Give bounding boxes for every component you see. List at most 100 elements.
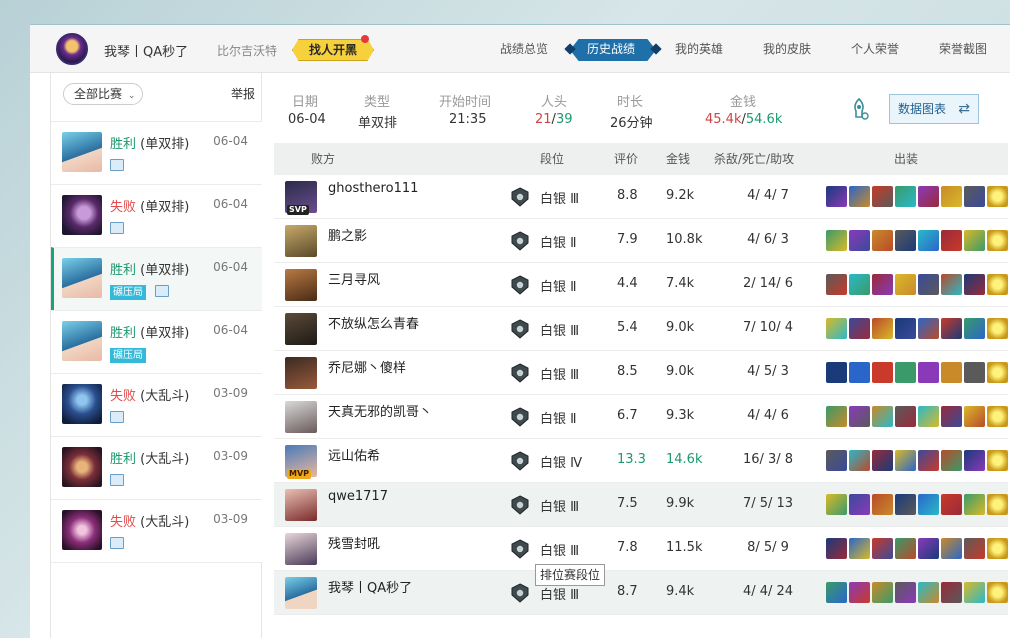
item-icon[interactable] [895, 230, 916, 251]
match-item[interactable]: 胜利 (大乱斗) 03-09 [51, 436, 262, 499]
item-icon[interactable] [918, 406, 939, 427]
item-icon[interactable] [964, 186, 985, 207]
item-icon[interactable] [918, 362, 939, 383]
item-icon[interactable] [895, 274, 916, 295]
match-item[interactable]: 失败 (单双排) 06-04 [51, 184, 262, 247]
item-icon[interactable] [941, 494, 962, 515]
player-name[interactable]: 乔尼娜丶傻样 [328, 357, 406, 376]
trinket-icon[interactable] [987, 274, 1008, 295]
item-icon[interactable] [826, 494, 847, 515]
item-icon[interactable] [918, 274, 939, 295]
item-icon[interactable] [849, 318, 870, 339]
data-chart-button[interactable]: 数据图表 ⇄ [889, 94, 979, 124]
rank-emblem-icon[interactable] [510, 451, 530, 471]
table-row[interactable]: 鹏之影 白银 Ⅱ 7.9 10.8k 4/ 6/ 3 [274, 219, 1008, 263]
rank-emblem-icon[interactable] [510, 187, 530, 207]
item-icon[interactable] [872, 274, 893, 295]
rank-emblem-icon[interactable] [510, 495, 530, 515]
rank-emblem-icon[interactable] [510, 231, 530, 251]
trinket-icon[interactable] [987, 494, 1008, 515]
rank-emblem-icon[interactable] [510, 539, 530, 559]
item-icon[interactable] [941, 186, 962, 207]
item-icon[interactable] [872, 538, 893, 559]
trinket-icon[interactable] [987, 318, 1008, 339]
player-name[interactable]: 天真无邪的凯哥丶 [328, 401, 432, 420]
item-icon[interactable] [941, 582, 962, 603]
item-icon[interactable] [964, 318, 985, 339]
item-icon[interactable] [826, 230, 847, 251]
item-icon[interactable] [918, 494, 939, 515]
item-icon[interactable] [849, 450, 870, 471]
item-icon[interactable] [872, 230, 893, 251]
rank-emblem-icon[interactable] [510, 407, 530, 427]
trinket-icon[interactable] [987, 582, 1008, 603]
tab-my-skins[interactable]: 我的皮肤 [763, 25, 811, 73]
trinket-icon[interactable] [987, 362, 1008, 383]
table-row[interactable]: 天真无邪的凯哥丶 白银 Ⅱ 6.7 9.3k 4/ 4/ 6 [274, 395, 1008, 439]
item-icon[interactable] [826, 362, 847, 383]
table-row[interactable]: 我琴丨QA秒了 白银 Ⅲ 8.7 9.4k 4/ 4/ 24 [274, 571, 1008, 615]
item-icon[interactable] [826, 406, 847, 427]
table-row[interactable]: 残雪封吼 白银 Ⅲ 7.8 11.5k 8/ 5/ 9 [274, 527, 1008, 571]
find-teammate-button[interactable]: 找人开黑 [292, 39, 375, 61]
tab-my-heroes[interactable]: 我的英雄 [675, 25, 723, 73]
item-icon[interactable] [895, 450, 916, 471]
item-icon[interactable] [849, 582, 870, 603]
trinket-icon[interactable] [987, 230, 1008, 251]
table-row[interactable]: 不放纵怎么青春 白银 Ⅲ 5.4 9.0k 7/ 10/ 4 [274, 307, 1008, 351]
item-icon[interactable] [872, 582, 893, 603]
item-icon[interactable] [872, 318, 893, 339]
tab-match-history[interactable]: 历史战绩 [587, 25, 635, 73]
table-row[interactable]: qwe1717 白银 Ⅲ 7.5 9.9k 7/ 5/ 13 [274, 483, 1008, 527]
player-name[interactable]: 三月寻风 [328, 269, 380, 288]
item-icon[interactable] [941, 230, 962, 251]
item-icon[interactable] [849, 230, 870, 251]
player-champion-avatar[interactable] [285, 489, 317, 521]
item-icon[interactable] [964, 230, 985, 251]
table-row[interactable]: 三月寻风 白银 Ⅱ 4.4 7.4k 2/ 14/ 6 [274, 263, 1008, 307]
item-icon[interactable] [849, 538, 870, 559]
item-icon[interactable] [918, 186, 939, 207]
player-name[interactable]: qwe1717 [328, 489, 388, 504]
player-champion-avatar[interactable] [285, 269, 317, 301]
item-icon[interactable] [918, 538, 939, 559]
screenshot-icon[interactable] [110, 411, 124, 423]
screenshot-icon[interactable] [110, 474, 124, 486]
rank-emblem-icon[interactable] [510, 319, 530, 339]
item-icon[interactable] [895, 582, 916, 603]
player-name[interactable]: 不放纵怎么青春 [328, 313, 419, 332]
item-icon[interactable] [826, 274, 847, 295]
item-icon[interactable] [872, 406, 893, 427]
rank-emblem-icon[interactable] [510, 275, 530, 295]
tab-overview[interactable]: 战绩总览 [500, 25, 548, 73]
player-champion-avatar[interactable] [285, 313, 317, 345]
table-row[interactable]: SVP ghosthero111 白银 Ⅲ 8.8 9.2k 4/ 4/ 7 [274, 175, 1008, 219]
match-item[interactable]: 胜利 (单双排) 06-04 碾压局 [51, 310, 262, 373]
item-icon[interactable] [918, 230, 939, 251]
player-name[interactable]: 鹏之影 [328, 225, 367, 244]
screenshot-icon[interactable] [155, 285, 169, 297]
trophy-icon[interactable] [848, 97, 870, 121]
item-icon[interactable] [895, 494, 916, 515]
item-icon[interactable] [964, 450, 985, 471]
trinket-icon[interactable] [987, 538, 1008, 559]
item-icon[interactable] [826, 318, 847, 339]
player-champion-avatar[interactable] [285, 577, 317, 609]
item-icon[interactable] [941, 318, 962, 339]
rank-emblem-icon[interactable] [510, 363, 530, 383]
item-icon[interactable] [872, 450, 893, 471]
item-icon[interactable] [964, 406, 985, 427]
item-icon[interactable] [941, 406, 962, 427]
screenshot-icon[interactable] [110, 159, 124, 171]
item-icon[interactable] [849, 406, 870, 427]
item-icon[interactable] [849, 494, 870, 515]
match-filter-dropdown[interactable]: 全部比赛 ⌄ [63, 83, 143, 105]
avatar[interactable] [56, 33, 88, 65]
item-icon[interactable] [941, 450, 962, 471]
player-name[interactable]: 远山佑希 [328, 445, 380, 464]
item-icon[interactable] [895, 362, 916, 383]
item-icon[interactable] [826, 538, 847, 559]
item-icon[interactable] [826, 186, 847, 207]
table-row[interactable]: 乔尼娜丶傻样 白银 Ⅲ 8.5 9.0k 4/ 5/ 3 [274, 351, 1008, 395]
item-icon[interactable] [849, 362, 870, 383]
